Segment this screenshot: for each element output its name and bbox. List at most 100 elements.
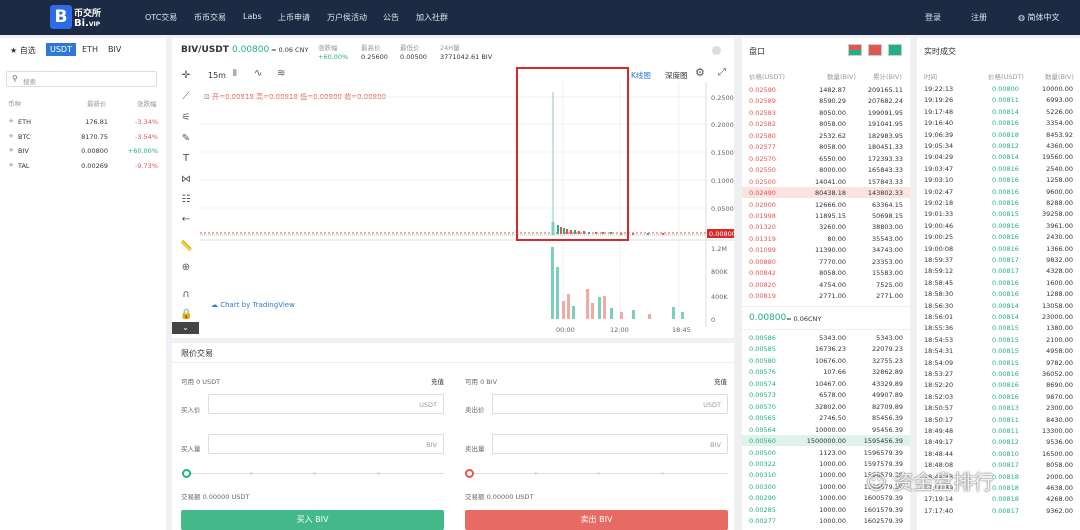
orderbook-row[interactable]: 0.02550 8000.00 165843.33 (742, 164, 910, 175)
line-type-icon[interactable]: ∿ (254, 68, 262, 79)
ob-total: 157843.33 (867, 177, 903, 186)
orderbook-row[interactable]: 0.00565 2746.50 85456.39 (742, 412, 910, 423)
tab-biv[interactable]: BIV (104, 43, 125, 56)
market-row[interactable]: ★ ETH 176.81 -3.34% (0, 116, 166, 128)
buy-price-input[interactable]: USDT (208, 394, 444, 414)
orderbook-row[interactable]: 0.00277 1000.00 1602579.39 (742, 515, 910, 526)
ruler-icon[interactable]: 📏 (180, 241, 192, 253)
orderbook-row[interactable]: 0.00560 1500000.00 1595456.39 (742, 435, 910, 447)
nav-event[interactable]: 万户侯活动 (327, 12, 367, 23)
interval-select[interactable]: 15m (208, 71, 226, 80)
star-icon[interactable]: ★ (8, 117, 14, 125)
buy-amount-input[interactable]: BIV (208, 434, 444, 454)
nav-labs[interactable]: Labs (243, 12, 262, 21)
trendline-icon[interactable]: ⟋ (180, 91, 192, 103)
nav-community[interactable]: 加入社群 (416, 12, 448, 23)
orderbook-row[interactable]: 0.02490 80438.18 143802.33 (742, 187, 910, 199)
language-selector[interactable]: ◍ 简体中文 (1018, 12, 1060, 23)
kline-tab[interactable]: K线图 (631, 70, 651, 81)
fib-icon[interactable]: ⚟ (180, 112, 192, 124)
sell-deposit-link[interactable]: 充值 (714, 376, 727, 386)
orderbook-row[interactable]: 0.00820 4754.00 7525.00 (742, 279, 910, 290)
pattern-icon[interactable]: ⋈ (180, 174, 192, 186)
tab-usdt[interactable]: USDT (46, 43, 76, 56)
fullscreen-icon[interactable]: ⤢ (718, 67, 726, 78)
asks-only-icon[interactable] (868, 44, 882, 56)
orderbook-row[interactable]: 0.00576 107.66 32862.89 (742, 366, 910, 377)
arrow-left-icon[interactable]: ← (180, 214, 192, 226)
sell-slider-handle[interactable] (465, 469, 474, 478)
bids-only-icon[interactable] (888, 44, 902, 56)
orderbook-row[interactable]: 0.02500 14041.00 157843.33 (742, 176, 910, 187)
buy-slider-mark (313, 472, 316, 475)
orderbook-row[interactable]: 0.01320 3260.00 38803.00 (742, 221, 910, 232)
trade-row: 19:00:25 0.00816 2430.00 (917, 231, 1080, 242)
orderbook-row[interactable]: 0.02582 8058.00 191041.95 (742, 118, 910, 129)
buy-slider-handle[interactable] (182, 469, 191, 478)
login-link[interactable]: 登录 (925, 12, 941, 23)
orderbook-row[interactable]: 0.01099 11390.00 34743.00 (742, 244, 910, 255)
orderbook-row[interactable]: 0.00586 5343.00 5343.00 (742, 332, 910, 343)
orderbook-row[interactable]: 0.02000 12666.00 63364.15 (742, 199, 910, 210)
orderbook-row[interactable]: 0.00842 8058.00 15583.00 (742, 267, 910, 278)
trade-price: 0.00811 (992, 96, 1019, 105)
orderbook-row[interactable]: 0.00570 32802.00 82709.89 (742, 401, 910, 412)
search-box[interactable]: ⚲ 搜索 (6, 71, 157, 87)
buy-button[interactable]: 买入 BIV (181, 510, 444, 530)
nav-listing[interactable]: 上币申请 (278, 12, 310, 23)
favorites-tab[interactable]: ★ 自选 (10, 45, 36, 56)
search-input[interactable]: 搜索 (23, 76, 36, 86)
market-row[interactable]: ★ TAL 0.00269 -9.73% (0, 160, 166, 172)
orderbook-row[interactable]: 0.02570 6550.00 172393.33 (742, 153, 910, 164)
orderbook-row[interactable]: 0.00285 1000.00 1601579.39 (742, 504, 910, 515)
market-row[interactable]: ★ BTC 8170.75 -3.54% (0, 131, 166, 143)
logo-icon[interactable]: B (50, 5, 72, 29)
trade-time: 19:03:10 (924, 176, 954, 185)
candles-icon[interactable]: ⫴ (233, 69, 237, 79)
orderbook-row[interactable]: 0.00819 2771.00 2771.00 (742, 290, 910, 301)
text-icon[interactable]: T (180, 153, 192, 165)
nav-announcement[interactable]: 公告 (383, 12, 399, 23)
orderbook-row[interactable]: 0.00574 10467.00 43329.89 (742, 378, 910, 389)
theme-toggle-icon[interactable] (712, 46, 721, 55)
sell-price-input[interactable]: USDT (492, 394, 728, 414)
indicators-icon[interactable]: ≋ (277, 68, 285, 79)
orderbook-row[interactable]: 0.02583 8050.00 199091.95 (742, 107, 910, 118)
lock-icon[interactable]: 🔒 (180, 309, 192, 321)
ob-total: 191041.95 (867, 120, 903, 129)
magnet-icon[interactable]: ∩ (180, 289, 192, 301)
tab-eth[interactable]: ETH (78, 43, 102, 56)
depth-tab[interactable]: 深度图 (665, 70, 688, 81)
settings-gear-icon[interactable]: ⚙ (695, 66, 705, 79)
star-icon[interactable]: ★ (8, 161, 14, 169)
trade-row: 17:17:40 0.00817 9362.00 (917, 505, 1080, 516)
orderbook-row[interactable]: 0.02590 1482.87 209165.11 (742, 84, 910, 95)
orderbook-row[interactable]: 0.02577 8058.00 180451.33 (742, 141, 910, 152)
measure-grid-icon[interactable]: ☷ (180, 194, 192, 206)
zoom-icon[interactable]: ⊕ (180, 262, 192, 274)
orderbook-row[interactable]: 0.00564 10000.00 95456.39 (742, 424, 910, 435)
orderbook-row[interactable]: 0.02589 8590.29 207682.24 (742, 95, 910, 106)
orderbook-row[interactable]: 0.00573 6578.00 49907.89 (742, 389, 910, 400)
nav-otc[interactable]: OTC交易 (145, 12, 177, 23)
crosshair-icon[interactable]: ✛ (180, 70, 192, 82)
collapse-toolbar-icon[interactable]: ⌄ (172, 322, 199, 334)
star-icon[interactable]: ★ (8, 146, 14, 154)
price-chart[interactable]: 0.25000 0.20000 0.15000 0.10000 0.05000 0.008… (200, 82, 734, 338)
orderbook-row[interactable]: 0.02580 2532.62 182983.95 (742, 130, 910, 141)
buy-deposit-link[interactable]: 充值 (431, 376, 444, 386)
sell-amount-input[interactable]: BIV (492, 434, 728, 454)
orderbook-row[interactable]: 0.00585 16736.23 22079.23 (742, 343, 910, 354)
both-sides-icon[interactable] (848, 44, 862, 56)
register-link[interactable]: 注册 (971, 12, 987, 23)
orderbook-row[interactable]: 0.01998 11895.15 50698.15 (742, 210, 910, 221)
orderbook-row[interactable]: 0.00580 10676.00 32755.23 (742, 355, 910, 366)
market-row[interactable]: ★ BIV 0.00800 +60.00% (0, 145, 166, 157)
nav-spot[interactable]: 币币交易 (194, 12, 226, 23)
star-icon[interactable]: ★ (8, 132, 14, 140)
orderbook-row[interactable]: 0.01319 80.00 35543.00 (742, 233, 910, 244)
sell-button[interactable]: 卖出 BIV (465, 510, 728, 530)
orderbook-row[interactable]: 0.00500 1123.00 1596579.39 (742, 447, 910, 458)
orderbook-row[interactable]: 0.00880 7770.00 23353.00 (742, 256, 910, 267)
brush-icon[interactable]: ✎ (180, 133, 192, 145)
